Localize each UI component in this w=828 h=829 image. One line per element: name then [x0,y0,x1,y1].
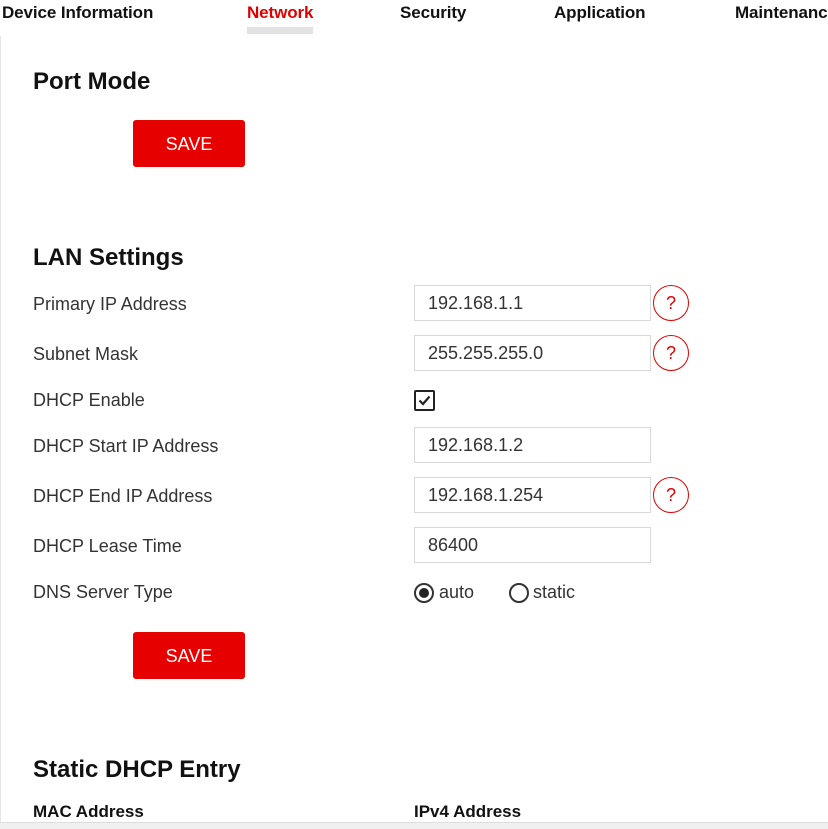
tab-device-information[interactable]: Device Information [2,3,153,23]
subnet-mask-help-icon[interactable]: ? [653,335,689,371]
dns-auto-radio[interactable] [414,583,434,603]
dhcp-lease-time-label: DHCP Lease Time [33,536,182,556]
network-settings-panel: Port Mode SAVE LAN Settings Primary IP A… [0,36,828,828]
subnet-mask-input[interactable] [414,335,651,371]
primary-ip-input[interactable] [414,285,651,321]
dns-static-radio[interactable] [509,583,529,603]
checkmark-icon [418,395,431,406]
lan-settings-save-button[interactable]: SAVE [133,632,245,679]
dhcp-start-ip-input[interactable] [414,427,651,463]
dhcp-end-ip-help-icon[interactable]: ? [653,477,689,513]
dns-auto-label[interactable]: auto [439,582,474,603]
lan-settings-title: LAN Settings [33,244,184,271]
dns-static-label[interactable]: static [533,582,575,603]
subnet-mask-label: Subnet Mask [33,344,139,364]
port-mode-save-button[interactable]: SAVE [133,120,245,167]
port-mode-title: Port Mode [33,68,151,95]
dhcp-start-ip-label: DHCP Start IP Address [33,436,219,456]
dns-server-type-label: DNS Server Type [33,582,173,602]
top-nav-tabs: Device Information Network Security Appl… [0,0,828,34]
dhcp-enable-label: DHCP Enable [33,390,145,410]
dhcp-end-ip-label: DHCP End IP Address [33,486,213,506]
radio-selected-dot [419,588,429,598]
static-dhcp-entry-title: Static DHCP Entry [33,756,241,783]
dhcp-enable-checkbox[interactable] [414,390,435,411]
tab-application[interactable]: Application [554,3,646,23]
column-header-ipv4-address: IPv4 Address [414,802,522,821]
tab-security[interactable]: Security [400,3,466,23]
primary-ip-help-icon[interactable]: ? [653,285,689,321]
tab-network[interactable]: Network [247,3,313,34]
tab-maintenance[interactable]: Maintenance [735,3,828,23]
primary-ip-label: Primary IP Address [33,294,187,314]
column-header-mac-address: MAC Address [33,802,144,821]
dhcp-lease-time-input[interactable] [414,527,651,563]
dhcp-end-ip-input[interactable] [414,477,651,513]
